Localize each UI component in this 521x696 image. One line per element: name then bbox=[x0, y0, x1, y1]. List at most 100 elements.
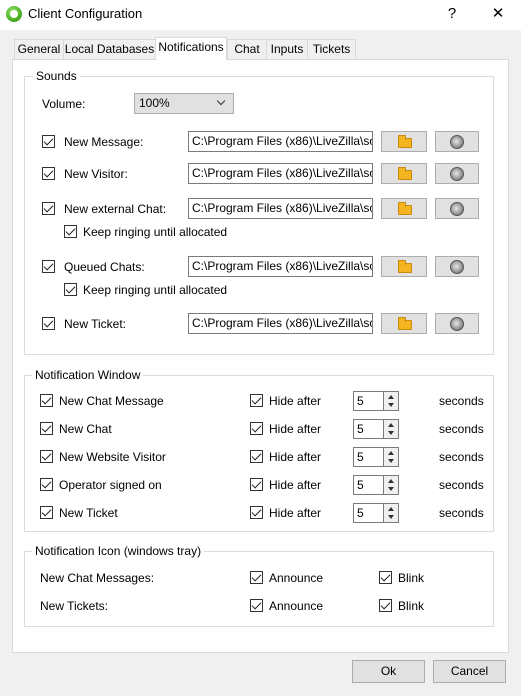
spin-up-icon bbox=[388, 423, 394, 427]
livezilla-app-icon bbox=[6, 6, 22, 22]
help-button[interactable]: ? bbox=[429, 0, 475, 30]
spin-down-icon bbox=[388, 403, 394, 407]
nw-hide-after-label: Hide after bbox=[269, 394, 322, 408]
volume-select[interactable]: 100% bbox=[134, 93, 234, 114]
nw-seconds-input[interactable]: 5 bbox=[353, 447, 384, 467]
ni-chat-blink-label: Blink bbox=[398, 571, 425, 585]
external-keep-ringing-label: Keep ringing until allocated bbox=[83, 225, 228, 239]
nw-seconds-stepper[interactable] bbox=[384, 419, 399, 439]
nw-hide-after-checkbox[interactable] bbox=[250, 422, 263, 435]
new-message-checkbox[interactable] bbox=[42, 135, 55, 148]
new-ticket-play-button[interactable] bbox=[435, 313, 479, 334]
ni-chat-announce-label: Announce bbox=[269, 571, 324, 585]
ni-chat-blink-checkbox[interactable] bbox=[379, 571, 392, 584]
tab-chat[interactable]: Chat bbox=[227, 39, 267, 59]
external-keep-ringing-checkbox[interactable] bbox=[64, 225, 77, 238]
tab-tickets[interactable]: Tickets bbox=[307, 39, 356, 59]
nw-seconds-label: seconds bbox=[439, 506, 484, 520]
close-icon: ✕ bbox=[491, 5, 505, 22]
nw-seconds-input[interactable]: 5 bbox=[353, 391, 384, 411]
notification-icon-title: Notification Icon (windows tray) bbox=[32, 544, 205, 558]
nw-seconds-label: seconds bbox=[439, 478, 484, 492]
tab-notifications[interactable]: Notifications bbox=[155, 37, 227, 60]
new-message-label: New Message: bbox=[64, 135, 144, 149]
ni-chat-announce-checkbox[interactable] bbox=[250, 571, 263, 584]
queued-chats-label: Queued Chats: bbox=[64, 260, 145, 274]
nw-seconds-label: seconds bbox=[439, 422, 484, 436]
new-ticket-sound-checkbox[interactable] bbox=[42, 317, 55, 330]
queued-keep-ringing-checkbox[interactable] bbox=[64, 283, 77, 296]
folder-icon bbox=[398, 317, 412, 330]
tab-inputs[interactable]: Inputs bbox=[266, 39, 308, 59]
nw-seconds-label: seconds bbox=[439, 450, 484, 464]
queued-keep-ringing-label: Keep ringing until allocated bbox=[83, 283, 228, 297]
new-external-chat-browse-button[interactable] bbox=[381, 198, 427, 219]
folder-icon bbox=[398, 202, 412, 215]
nw-new-chat-message-label: New Chat Message bbox=[59, 394, 164, 408]
tab-local-databases[interactable]: Local Databases bbox=[63, 39, 156, 59]
nw-seconds-stepper[interactable] bbox=[384, 475, 399, 495]
new-message-play-button[interactable] bbox=[435, 131, 479, 152]
sounds-group-title: Sounds bbox=[33, 69, 80, 83]
nw-seconds-input[interactable]: 5 bbox=[353, 419, 384, 439]
new-message-sound-path[interactable]: C:\Program Files (x86)\LiveZilla\sound bbox=[188, 131, 373, 152]
ni-ticket-blink-checkbox[interactable] bbox=[379, 599, 392, 612]
speaker-icon bbox=[450, 260, 464, 274]
nw-new-ticket-checkbox[interactable] bbox=[40, 506, 53, 519]
window-title: Client Configuration bbox=[28, 6, 143, 21]
new-visitor-sound-path[interactable]: C:\Program Files (x86)\LiveZilla\sound bbox=[188, 163, 373, 184]
nw-new-website-visitor-checkbox[interactable] bbox=[40, 450, 53, 463]
nw-seconds-input[interactable]: 5 bbox=[353, 503, 384, 523]
queued-chats-browse-button[interactable] bbox=[381, 256, 427, 277]
speaker-icon bbox=[450, 317, 464, 331]
title-bar: Client Configuration ? ✕ bbox=[0, 0, 521, 30]
nw-new-chat-message-checkbox[interactable] bbox=[40, 394, 53, 407]
nw-hide-after-label: Hide after bbox=[269, 450, 322, 464]
nw-seconds-stepper[interactable] bbox=[384, 391, 399, 411]
nw-new-chat-checkbox[interactable] bbox=[40, 422, 53, 435]
nw-operator-signed-on-checkbox[interactable] bbox=[40, 478, 53, 491]
close-button[interactable]: ✕ bbox=[475, 0, 521, 30]
nw-hide-after-checkbox[interactable] bbox=[250, 450, 263, 463]
new-external-chat-sound-path[interactable]: C:\Program Files (x86)\LiveZilla\sound bbox=[188, 198, 373, 219]
chevron-down-icon bbox=[216, 96, 226, 106]
nw-seconds-stepper[interactable] bbox=[384, 447, 399, 467]
spin-down-icon bbox=[388, 459, 394, 463]
nw-hide-after-checkbox[interactable] bbox=[250, 478, 263, 491]
new-ticket-sound-label: New Ticket: bbox=[64, 317, 127, 331]
cancel-button[interactable]: Cancel bbox=[433, 660, 506, 683]
ni-ticket-announce-checkbox[interactable] bbox=[250, 599, 263, 612]
nw-new-chat-label: New Chat bbox=[59, 422, 112, 436]
new-message-browse-button[interactable] bbox=[381, 131, 427, 152]
new-visitor-checkbox[interactable] bbox=[42, 167, 55, 180]
queued-chats-play-button[interactable] bbox=[435, 256, 479, 277]
new-visitor-play-button[interactable] bbox=[435, 163, 479, 184]
nw-hide-after-label: Hide after bbox=[269, 422, 322, 436]
nw-seconds-input[interactable]: 5 bbox=[353, 475, 384, 495]
nw-hide-after-label: Hide after bbox=[269, 478, 322, 492]
speaker-icon bbox=[450, 202, 464, 216]
new-external-chat-checkbox[interactable] bbox=[42, 202, 55, 215]
nw-hide-after-checkbox[interactable] bbox=[250, 394, 263, 407]
new-external-chat-play-button[interactable] bbox=[435, 198, 479, 219]
notification-window-title: Notification Window bbox=[32, 368, 144, 382]
new-visitor-browse-button[interactable] bbox=[381, 163, 427, 184]
folder-icon bbox=[398, 135, 412, 148]
new-ticket-browse-button[interactable] bbox=[381, 313, 427, 334]
nw-hide-after-checkbox[interactable] bbox=[250, 506, 263, 519]
nw-seconds-stepper[interactable] bbox=[384, 503, 399, 523]
notification-icon-group bbox=[24, 551, 494, 627]
tab-general[interactable]: General bbox=[14, 39, 64, 59]
spin-down-icon bbox=[388, 431, 394, 435]
queued-chats-sound-path[interactable]: C:\Program Files (x86)\LiveZilla\sound bbox=[188, 256, 373, 277]
folder-icon bbox=[398, 260, 412, 273]
nw-seconds-label: seconds bbox=[439, 394, 484, 408]
speaker-icon bbox=[450, 167, 464, 181]
spin-up-icon bbox=[388, 395, 394, 399]
spin-down-icon bbox=[388, 515, 394, 519]
ni-ticket-announce-label: Announce bbox=[269, 599, 324, 613]
ok-button[interactable]: Ok bbox=[352, 660, 425, 683]
new-ticket-sound-path[interactable]: C:\Program Files (x86)\LiveZilla\sound bbox=[188, 313, 373, 334]
queued-chats-checkbox[interactable] bbox=[42, 260, 55, 273]
volume-value: 100% bbox=[139, 96, 170, 110]
